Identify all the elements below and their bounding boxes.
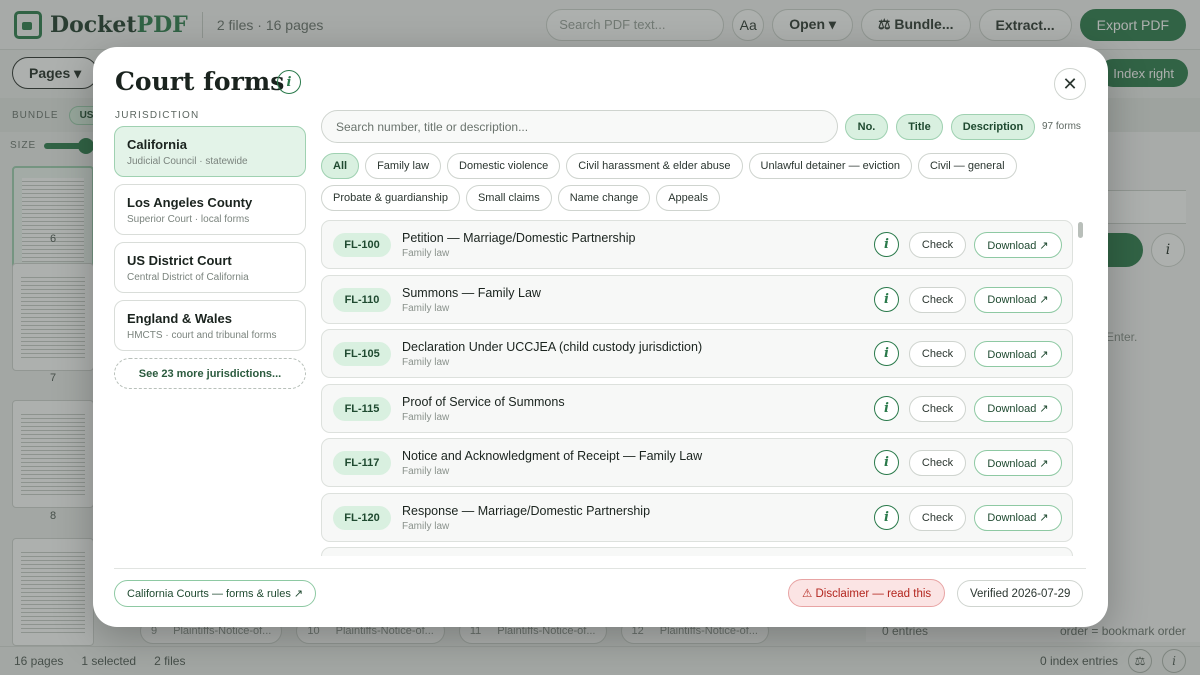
- disclaimer-button[interactable]: ⚠ Disclaimer — read this: [788, 579, 946, 607]
- form-title: Petition — Marriage/Domestic Partnership: [402, 231, 636, 245]
- form-title: Response — Marriage/Domestic Partnership: [402, 503, 651, 518]
- category-chip[interactable]: Family law: [365, 153, 442, 179]
- category-chip[interactable]: Civil harassment & elder abuse: [566, 153, 743, 179]
- form-info-icon[interactable]: i: [874, 286, 899, 312]
- jurisdiction-subtitle: Central District of California: [127, 272, 249, 283]
- jurisdiction-list: California Judicial Council · statewide …: [114, 126, 306, 389]
- form-category: Family law: [402, 357, 450, 368]
- form-title: Declaration Under UCCJEA (child custody …: [402, 340, 703, 354]
- download-button[interactable]: Download ↗: [974, 504, 1062, 531]
- form-category: Family law: [402, 302, 450, 314]
- form-row: FL-110 Summons — Family Law Family law i…: [321, 274, 1073, 324]
- form-list-scrollbar[interactable]: [1078, 222, 1083, 238]
- form-row: FL-120 Response — Marriage/Domestic Part…: [321, 492, 1073, 542]
- check-button[interactable]: Check: [909, 341, 966, 367]
- jurisdiction-subtitle: Superior Court · local forms: [127, 214, 250, 225]
- form-info-icon[interactable]: i: [874, 232, 899, 257]
- form-code-badge: FL-115: [333, 396, 391, 421]
- jurisdiction-england-wales[interactable]: England & Wales HMCTS · court and tribun…: [114, 300, 306, 351]
- form-code-badge: FL-105: [333, 342, 391, 366]
- category-chip[interactable]: Civil — general: [917, 153, 1017, 179]
- form-code-badge: FL-100: [333, 233, 391, 257]
- form-info-icon[interactable]: i: [874, 450, 899, 475]
- check-button[interactable]: Check: [909, 504, 966, 531]
- form-code-badge: FL-117: [333, 451, 391, 475]
- download-button[interactable]: Download ↗: [974, 232, 1062, 258]
- field-chip-title[interactable]: Title: [896, 114, 943, 140]
- jurisdiction-us-district[interactable]: US District Court Central District of Ca…: [114, 242, 306, 293]
- category-chip[interactable]: All: [321, 153, 360, 179]
- jurisdiction-california[interactable]: California Judicial Council · statewide: [114, 126, 306, 177]
- category-chip[interactable]: Domestic violence: [447, 153, 561, 179]
- category-filter-row-2: Probate & guardianship Small claims Name…: [321, 185, 720, 211]
- form-category: Family law: [402, 466, 450, 477]
- form-category: Family law: [402, 520, 450, 532]
- form-row: FL-100 Petition — Marriage/Domestic Part…: [321, 220, 1073, 269]
- form-info-icon[interactable]: i: [874, 504, 899, 530]
- check-button[interactable]: Check: [909, 395, 966, 422]
- jurisdiction-name: England & Wales: [127, 311, 232, 326]
- category-filter-row-1: All Family law Domestic violence Civil h…: [321, 153, 1017, 179]
- category-chip[interactable]: Small claims: [465, 185, 552, 211]
- download-button[interactable]: Download ↗: [974, 450, 1062, 476]
- jurisdiction-name: Los Angeles County: [127, 195, 253, 210]
- form-code-badge: FL-110: [333, 287, 391, 312]
- category-chip[interactable]: Name change: [557, 185, 651, 211]
- close-button[interactable]: ✕: [1054, 68, 1086, 100]
- form-search-input[interactable]: Search number, title or description...: [321, 110, 838, 143]
- download-button[interactable]: Download ↗: [974, 395, 1062, 422]
- jurisdiction-los-angeles[interactable]: Los Angeles County Superior Court · loca…: [114, 184, 306, 235]
- form-category: Family law: [402, 248, 450, 259]
- california-courts-link[interactable]: California Courts — forms & rules ↗: [114, 580, 317, 607]
- footer-divider: [114, 568, 1086, 569]
- check-button[interactable]: Check: [909, 286, 966, 313]
- form-category: Family law: [402, 411, 450, 423]
- jurisdiction-name: US District Court: [127, 253, 232, 268]
- jurisdiction-heading: JURISDICTION: [115, 110, 200, 121]
- download-button[interactable]: Download ↗: [974, 286, 1062, 313]
- form-title: Notice and Acknowledgment of Receipt — F…: [402, 449, 703, 463]
- more-jurisdictions-button[interactable]: See 23 more jurisdictions...: [114, 358, 306, 389]
- form-row: FL-117 Notice and Acknowledgment of Rece…: [321, 438, 1073, 487]
- form-title: Summons — Family Law: [402, 285, 541, 300]
- category-chip[interactable]: Probate & guardianship: [321, 185, 460, 211]
- jurisdiction-subtitle: HMCTS · court and tribunal forms: [127, 330, 277, 341]
- field-chip-description[interactable]: Description: [951, 114, 1035, 140]
- field-chip-number[interactable]: No.: [845, 114, 888, 140]
- form-info-icon[interactable]: i: [874, 395, 899, 421]
- form-title: Proof of Service of Summons: [402, 394, 565, 409]
- verified-badge: Verified 2026-07-29: [957, 580, 1084, 607]
- download-button[interactable]: Download ↗: [974, 341, 1062, 367]
- form-list: FL-100 Petition — Marriage/Domestic Part…: [321, 220, 1073, 556]
- jurisdiction-subtitle: Judicial Council · statewide: [127, 156, 248, 167]
- form-row: FL-115 Proof of Service of Summons Famil…: [321, 383, 1073, 433]
- dialog-title: Court forms: [115, 67, 285, 96]
- form-row: FL-105 Declaration Under UCCJEA (child c…: [321, 329, 1073, 378]
- form-info-icon[interactable]: i: [874, 341, 899, 366]
- check-button[interactable]: Check: [909, 232, 966, 258]
- category-chip[interactable]: Unlawful detainer — eviction: [748, 153, 912, 179]
- info-icon[interactable]: i: [277, 70, 301, 94]
- category-chip[interactable]: Appeals: [656, 185, 720, 211]
- check-button[interactable]: Check: [909, 450, 966, 476]
- jurisdiction-name: California: [127, 137, 187, 152]
- form-code-badge: FL-120: [333, 505, 391, 530]
- forms-count: 97 forms: [1042, 121, 1081, 132]
- court-forms-dialog: Court forms i ✕ JURISDICTION California …: [93, 47, 1108, 627]
- form-row-partial: [321, 547, 1073, 556]
